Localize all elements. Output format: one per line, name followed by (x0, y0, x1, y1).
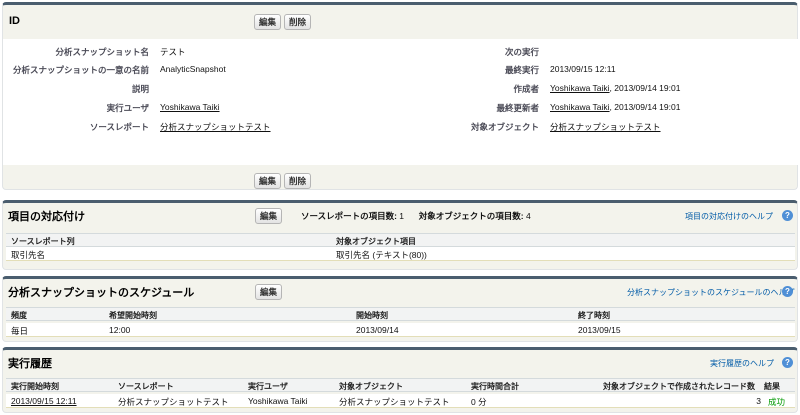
records-created-cell: 3 (756, 396, 761, 406)
run-start-time-link[interactable]: 2013/09/15 12:11 (11, 396, 77, 406)
table-row: 取引先名 取引先名 (テキスト(80)) (6, 247, 795, 261)
detail-section: ID 編集 削除 分析スナップショット名 テスト 分析スナップショットの一意の名… (2, 2, 799, 190)
field-label-last-run: 最終実行 (504, 65, 539, 75)
frequency-cell: 毎日 (11, 326, 29, 336)
table-row: 2013/09/15 12:11 分析スナップショットテスト Yoshikawa… (6, 394, 795, 408)
col-run-start-time: 実行開始時刻 (11, 382, 59, 391)
help-icon[interactable]: ? (782, 357, 793, 368)
col-source-report: ソースレポート (118, 382, 174, 391)
detail-title: ID (9, 15, 20, 27)
history-section: 実行履歴 実行履歴のヘルプ ? 実行開始時刻 ソースレポート 実行ユーザ 対象オ… (2, 347, 798, 413)
help-icon[interactable]: ? (782, 210, 793, 221)
history-help-link[interactable]: 実行履歴のヘルプ (710, 358, 774, 369)
schedule-section: 分析スナップショットのスケジュール 編集 分析スナップショットのスケジュールのヘ… (2, 276, 798, 342)
created-by-link[interactable]: Yoshikawa Taiki (550, 83, 610, 93)
schedule-title: 分析スナップショットのスケジュール (8, 287, 195, 299)
col-result: 結果 (764, 382, 780, 391)
field-label-source-report: ソースレポート (89, 122, 149, 132)
field-value-unique-name: AnalyticSnapshot (160, 64, 226, 74)
source-report-link[interactable]: 分析スナップショットテスト (160, 121, 271, 133)
target-object-cell: 分析スナップショットテスト (339, 397, 450, 407)
col-run-user: 実行ユーザ (248, 382, 288, 391)
mapping-target-cell: 取引先名 (テキスト(80)) (336, 250, 427, 260)
total-run-time-cell: 0 分 (471, 397, 487, 407)
schedule-help-link[interactable]: 分析スナップショットのスケジュールのヘルプ (627, 287, 794, 298)
target-count-label: 対象オブジェクトの項目数: (418, 211, 524, 221)
field-label-snapshot-name: 分析スナップショット名 (55, 47, 149, 57)
source-count-value: 1 (399, 211, 405, 221)
col-frequency: 頻度 (11, 311, 27, 320)
created-by-date: , 2013/09/14 19:01 (609, 83, 681, 93)
run-user-cell: Yoshikawa Taiki (248, 396, 308, 406)
field-label-next-run: 次の実行 (504, 47, 539, 57)
col-end-date: 終了時刻 (578, 311, 610, 320)
field-label-description: 説明 (131, 84, 149, 94)
result-status-badge: 成功 (768, 397, 786, 407)
field-value-modified-by: Yoshikawa Taiki, 2013/09/14 19:01 (550, 102, 680, 112)
col-records-created: 対象オブジェクトで作成されたレコード数 (603, 382, 755, 391)
field-label-run-user: 実行ユーザ (106, 103, 149, 113)
col-target-object: 対象オブジェクト (339, 382, 403, 391)
history-title: 実行履歴 (8, 358, 52, 370)
table-row: 毎日 12:00 2013/09/14 2013/09/15 (6, 323, 795, 337)
delete-button-bottom[interactable]: 削除 (284, 173, 312, 189)
preferred-start-cell: 12:00 (109, 325, 131, 335)
mapping-help-link[interactable]: 項目の対応付けのヘルプ (685, 211, 773, 222)
field-value-last-run: 2013/09/15 12:11 (550, 64, 616, 74)
help-icon[interactable]: ? (782, 286, 793, 297)
detail-fields: 分析スナップショット名 テスト 分析スナップショットの一意の名前 Analyti… (3, 39, 799, 165)
col-source-report-column: ソースレポート列 (11, 237, 75, 246)
end-date-cell: 2013/09/15 (578, 325, 621, 335)
mapping-title: 項目の対応付け (8, 211, 85, 223)
schedule-table-header: 頻度 希望開始時刻 開始時刻 終了時刻 (6, 307, 795, 321)
run-user-link[interactable]: Yoshikawa Taiki (160, 102, 220, 112)
field-label-target-object: 対象オブジェクト (470, 122, 539, 132)
edit-button-bottom[interactable]: 編集 (254, 173, 282, 189)
field-label-unique-name: 分析スナップショットの一意の名前 (12, 65, 149, 75)
modified-by-date: , 2013/09/14 19:01 (609, 102, 681, 112)
source-count-label: ソースレポートの項目数: (301, 211, 397, 221)
target-object-link[interactable]: 分析スナップショットテスト (550, 121, 661, 133)
col-preferred-start: 希望開始時刻 (109, 311, 157, 320)
modified-by-link[interactable]: Yoshikawa Taiki (550, 102, 610, 112)
mapping-table-header: ソースレポート列 対象オブジェクト項目 (6, 233, 795, 247)
mapping-source-cell: 取引先名 (11, 250, 46, 260)
field-label-modified-by: 最終更新者 (496, 103, 539, 113)
col-target-object-field: 対象オブジェクト項目 (336, 237, 416, 246)
col-start-date: 開始時刻 (356, 311, 388, 320)
field-value-created-by: Yoshikawa Taiki, 2013/09/14 19:01 (550, 83, 680, 93)
schedule-edit-button[interactable]: 編集 (255, 284, 283, 300)
field-value-snapshot-name: テスト (160, 47, 186, 57)
edit-button-top[interactable]: 編集 (254, 14, 282, 30)
source-report-cell: 分析スナップショットテスト (118, 397, 229, 407)
start-date-cell: 2013/09/14 (356, 325, 399, 335)
mapping-edit-button[interactable]: 編集 (255, 208, 283, 224)
target-count-value: 4 (526, 211, 531, 221)
history-table-header: 実行開始時刻 ソースレポート 実行ユーザ 対象オブジェクト 実行時間合計 対象オ… (6, 378, 795, 392)
field-label-created-by: 作成者 (513, 84, 539, 94)
mapping-section: 項目の対応付け 編集 ソースレポートの項目数: 1 対象オブジェクトの項目数: … (2, 200, 798, 270)
col-total-run-time: 実行時間合計 (471, 382, 519, 391)
mapping-counts: ソースレポートの項目数: 1 対象オブジェクトの項目数: 4 (301, 210, 531, 222)
delete-button-top[interactable]: 削除 (284, 14, 312, 30)
